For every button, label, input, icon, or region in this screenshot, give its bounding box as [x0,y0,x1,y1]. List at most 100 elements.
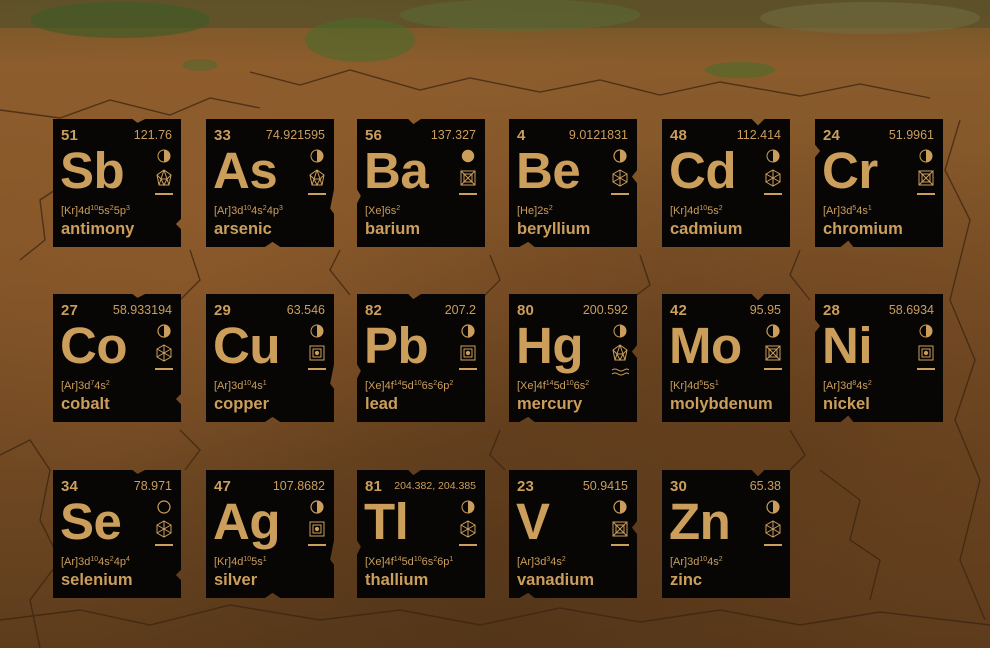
element-name: molybdenum [670,395,773,413]
config-orbital: 3d [840,205,853,217]
config-orbital: 4s [856,205,868,217]
element-name: vanadium [517,571,595,589]
config-orbital: 5s [707,205,719,217]
config-electrons: 14 [393,380,402,387]
element-property-icons [609,324,631,382]
config-electrons: 2 [548,205,553,212]
element-property-icons [915,324,937,370]
config-orbital: 5d [401,556,414,568]
config-electrons: 1 [262,556,267,563]
element-tile-chromium: 24 51.9961 Cr [Ar]3d54s1 chromium [815,119,943,247]
solid-half-icon [762,149,784,163]
electron-configuration: [Ar]3d104s1 [214,380,267,392]
solid-half-icon [915,149,937,163]
config-orbital: 3d [78,380,91,392]
config-electrons: 14 [545,380,554,387]
config-core: [Ar] [214,205,232,217]
electron-configuration: [Xe]4f145d106s2 [517,380,589,392]
config-core: [Kr] [670,205,688,217]
config-orbital: 3d [840,380,853,392]
hexagonal-icon [153,520,175,538]
element-property-icons [762,324,784,370]
divider [764,193,782,195]
element-property-icons [153,324,175,370]
atomic-mass: 9.0121831 [568,128,628,142]
atomic-mass: 107.8682 [272,479,325,493]
body-centered-cubic-icon [762,344,784,362]
electron-configuration: [Xe]4f145d106s26p1 [365,556,453,568]
config-orbital: 4f [384,380,394,392]
config-electrons: 2 [396,205,401,212]
hexagonal-icon [762,520,784,538]
electron-configuration: [Kr]4d105s2 [670,205,723,217]
element-property-icons [153,500,175,546]
divider [155,368,173,370]
element-name: selenium [61,571,133,589]
element-name: beryllium [517,220,591,238]
config-electrons: 10 [565,380,574,387]
config-orbital: 3d [78,556,91,568]
body-centered-cubic-icon [915,169,937,187]
config-electrons: 2 [585,380,590,387]
hexagonal-icon [457,520,479,538]
solid-half-icon [457,500,479,514]
element-symbol: Cd [669,142,736,199]
body-centered-cubic-icon [609,520,631,538]
element-symbol: Sb [60,142,125,199]
config-core: [He] [517,205,538,217]
config-electrons: 4 [125,556,130,563]
config-orbital: 2s [537,205,549,217]
config-orbital: 3d [687,556,700,568]
element-tile-cadmium: 48 112.414 Cd [Kr]4d105s2 cadmium [662,119,790,247]
electron-configuration: [Xe]6s2 [365,205,400,217]
config-orbital: 5s [703,380,715,392]
body-centered-cubic-icon [457,169,479,187]
nonmetal-ring-icon [153,500,175,514]
element-tile-beryllium: 4 9.0121831 Be [He]2s2 beryllium [509,119,637,247]
element-symbol: Tl [364,493,409,550]
config-orbital: 3d [534,556,547,568]
solid-half-icon [306,324,328,338]
divider [764,544,782,546]
element-name: thallium [365,571,429,589]
config-electrons: 10 [699,205,708,212]
config-electrons: 2 [449,380,454,387]
config-orbital: 5s [98,205,110,217]
element-symbol: V [516,493,550,550]
config-orbital: 4d [231,556,244,568]
atomic-mass: 51.9961 [888,128,934,142]
config-core: [Kr] [214,556,232,568]
atomic-mass: 78.971 [133,479,172,493]
element-name: mercury [517,395,583,413]
element-property-icons [306,324,328,370]
element-tile-zinc: 30 65.38 Zn [Ar]3d104s2 zinc [662,470,790,598]
atomic-mass: 74.921595 [265,128,325,142]
config-orbital: 4d [78,205,91,217]
config-electrons: 2 [718,556,723,563]
config-electrons: 14 [393,556,402,563]
atomic-mass: 207.2 [444,303,476,317]
solid-half-icon [306,149,328,163]
element-name: chromium [823,220,903,238]
element-tile-copper: 29 63.546 Cu [Ar]3d104s1 copper [206,294,334,422]
config-electrons: 2 [867,380,872,387]
solid-split-icon [153,324,175,338]
divider [611,193,629,195]
element-name: copper [214,395,270,413]
config-orbital: 3d [231,205,244,217]
config-electrons: 10 [699,556,708,563]
element-tile-selenium: 34 78.971 Se [Ar]3d104s24p4 selenium [53,470,181,598]
atomic-mass: 121.76 [133,128,172,142]
atomic-mass: 58.6934 [888,303,934,317]
divider [459,544,477,546]
element-tile-mercury: 80 200.592 Hg [Xe]4f145d106s2 mercury [509,294,637,422]
element-tile-arsenic: 33 74.921595 As [Ar]3d104s24p3 arsenic [206,119,334,247]
config-orbital: 4f [384,556,394,568]
face-centered-cubic-icon [306,344,328,362]
config-core: [Ar] [61,556,79,568]
config-orbital: 4d [687,205,700,217]
element-symbol: Se [60,493,122,550]
config-electrons: 10 [243,556,252,563]
config-orbital: 4s [856,380,868,392]
element-symbol: Cr [822,142,878,199]
